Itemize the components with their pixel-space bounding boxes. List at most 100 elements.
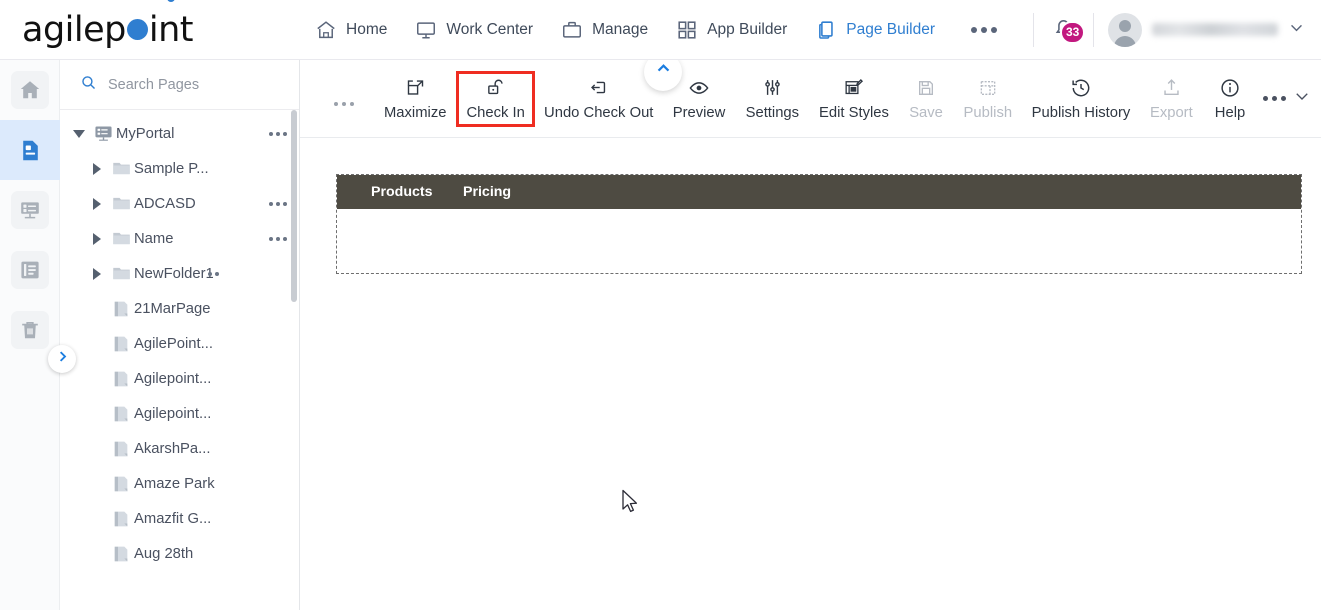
tree-toggle-right-icon[interactable] <box>86 267 108 280</box>
table-column-header-pricing[interactable]: Pricing <box>463 184 583 200</box>
nav-item-manage[interactable]: Manage <box>547 0 662 60</box>
pages-tree-panel: Search Pages MyPortal Sample P... ADCASD… <box>60 60 300 610</box>
tree-item-menu-button[interactable] <box>269 236 287 241</box>
undo-checkout-icon <box>588 77 609 99</box>
page-file-icon <box>108 439 134 459</box>
tree-item-newfolder1[interactable]: NewFolder1 <box>60 256 299 291</box>
nav-label-page-builder: Page Builder <box>846 20 936 38</box>
nav-label-home: Home <box>346 20 388 38</box>
notifications-button[interactable]: 33 <box>1034 15 1093 45</box>
tree-item-agilepoint-2[interactable]: Agilepoint... <box>60 361 299 396</box>
nav-label-app-builder: App Builder <box>707 20 788 38</box>
table-header-row: Products Pricing <box>337 175 1301 209</box>
tree-item-label: ADCASD <box>134 195 196 212</box>
nav-overflow-button[interactable] <box>955 0 1013 60</box>
logo-dot-i <box>166 0 175 2</box>
rail-item-layouts[interactable] <box>0 240 60 300</box>
tree-item-agilepoint-1[interactable]: AgilePoint... <box>60 326 299 361</box>
agilepoint-logo[interactable]: agilep int <box>22 0 194 50</box>
grid-icon <box>676 19 698 41</box>
expand-panel-button[interactable] <box>48 345 76 373</box>
tree-item-akarshpa[interactable]: AkarshPa... <box>60 431 299 466</box>
page-file-icon <box>108 369 134 389</box>
portal-icon <box>90 123 116 144</box>
form-icon <box>11 191 49 229</box>
tree-item-label: Aug 28th <box>134 545 194 562</box>
header-right-group: 33 <box>1033 0 1321 60</box>
search-pages-container[interactable]: Search Pages <box>60 60 299 110</box>
nav-label-manage: Manage <box>592 20 649 38</box>
page-file-icon <box>108 509 134 529</box>
tree-item-aug-28th[interactable]: Aug 28th <box>60 536 299 571</box>
tree-item-label: Sample P... <box>134 160 209 177</box>
toolbar-label-check-in: Check In <box>466 104 525 121</box>
tree-item-menu-button[interactable] <box>269 201 287 206</box>
editor-toolbar: Maximize Check In Undo Check Out Preview… <box>300 60 1321 138</box>
tree-toggle-down-icon[interactable] <box>68 129 90 138</box>
toolbar-button-help[interactable]: Help <box>1203 71 1257 127</box>
user-name-label <box>1152 23 1278 36</box>
toolbar-button-maximize[interactable]: Maximize <box>374 71 456 127</box>
tree-item-label: NewFolder1 <box>134 265 214 282</box>
toolbar-button-undo-check-out[interactable]: Undo Check Out <box>535 71 663 127</box>
tree-toggle-right-icon[interactable] <box>86 162 108 175</box>
search-icon <box>80 74 97 96</box>
toolbar-label-settings: Settings <box>745 104 800 121</box>
tree-item-label: 21MarPage <box>134 300 211 317</box>
rail-item-pages[interactable] <box>0 120 60 180</box>
tree-item-amaze-park[interactable]: Amaze Park <box>60 466 299 501</box>
ellipsis-icon <box>1263 96 1286 101</box>
table-column-header-products[interactable]: Products <box>371 184 463 200</box>
tree-item-21marpage[interactable]: 21MarPage <box>60 291 299 326</box>
page-file-icon <box>108 544 134 564</box>
left-icon-rail <box>0 60 60 610</box>
tree-toggle-right-icon[interactable] <box>86 197 108 210</box>
rail-item-home[interactable] <box>0 60 60 120</box>
avatar <box>1108 12 1142 47</box>
toolbar-overflow-right-button[interactable] <box>1263 87 1311 110</box>
maximize-icon <box>405 77 426 99</box>
sliders-icon <box>762 77 783 99</box>
page-canvas[interactable]: Products Pricing <box>300 104 1321 610</box>
nav-item-home[interactable]: Home <box>301 0 401 60</box>
top-header: agilep int Home Work Center Manage App B… <box>0 0 1321 60</box>
eye-icon <box>688 77 710 99</box>
tree-item-amazfit-g[interactable]: Amazfit G... <box>60 501 299 536</box>
toolbar-button-edit-styles[interactable]: Edit Styles <box>809 71 899 127</box>
tree-item-label: Agilepoint... <box>134 370 212 387</box>
toolbar-button-publish-history[interactable]: Publish History <box>1022 71 1139 127</box>
table-widget[interactable]: Products Pricing <box>336 174 1302 274</box>
rail-item-forms[interactable] <box>0 180 60 240</box>
tree-item-agilepoint-3[interactable]: Agilepoint... <box>60 396 299 431</box>
page-file-icon <box>108 474 134 494</box>
toolbar-overflow-left-button[interactable] <box>334 101 354 106</box>
app-root: agilep int Home Work Center Manage App B… <box>0 0 1321 610</box>
pages-tree-scroll[interactable]: MyPortal Sample P... ADCASD Name NewFold… <box>60 110 299 610</box>
tree-scrollbar-thumb[interactable] <box>291 110 297 302</box>
tree-item-menu-button[interactable] <box>269 131 287 136</box>
toolbar-button-check-in[interactable]: Check In <box>456 70 535 127</box>
ellipsis-icon <box>971 26 978 33</box>
tree-item-name[interactable]: Name <box>60 221 299 256</box>
toolbar-button-settings[interactable]: Settings <box>735 71 809 127</box>
nav-item-work-center[interactable]: Work Center <box>401 0 547 60</box>
user-menu-button[interactable] <box>1094 12 1321 47</box>
toolbar-label-publish-history: Publish History <box>1031 104 1131 121</box>
search-input[interactable]: Search Pages <box>108 77 199 93</box>
tree-item-label: MyPortal <box>116 125 175 142</box>
export-icon <box>1161 77 1182 99</box>
tree-item-adcasd[interactable]: ADCASD <box>60 186 299 221</box>
tree-toggle-right-icon[interactable] <box>86 232 108 245</box>
main-nav: Home Work Center Manage App Builder Page… <box>301 0 1013 60</box>
tree-item-label: Amazfit G... <box>134 510 212 527</box>
tree-item-myportal[interactable]: MyPortal <box>60 116 299 151</box>
unlock-icon <box>485 77 506 99</box>
tree-item-menu-button[interactable] <box>207 271 219 276</box>
notification-badge: 33 <box>1060 20 1086 44</box>
table-body-empty[interactable] <box>337 209 1301 273</box>
folder-icon <box>108 228 134 249</box>
nav-item-app-builder[interactable]: App Builder <box>662 0 801 60</box>
monitor-icon <box>415 19 437 41</box>
nav-item-page-builder[interactable]: Page Builder <box>801 0 949 60</box>
tree-item-sample-p[interactable]: Sample P... <box>60 151 299 186</box>
